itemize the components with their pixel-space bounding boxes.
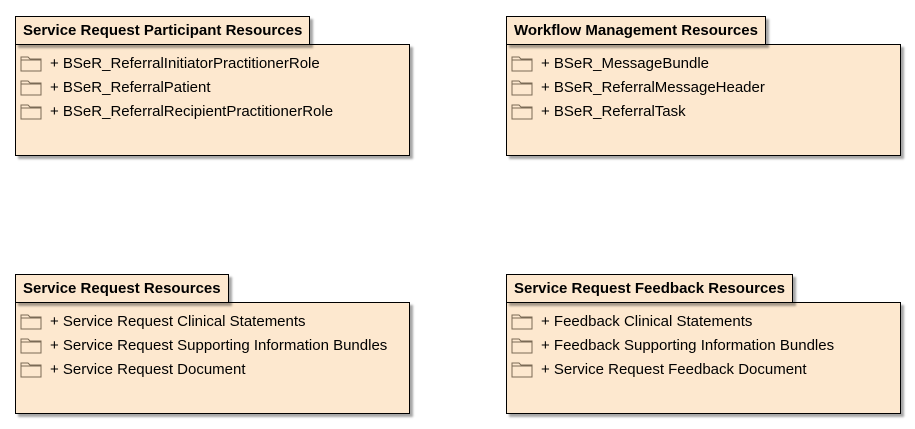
- package-item-label: + Feedback Clinical Statements: [541, 312, 753, 330]
- folder-icon: [20, 78, 42, 96]
- package-item[interactable]: + Service Request Supporting Information…: [16, 333, 409, 357]
- folder-icon: [20, 312, 42, 330]
- package-item[interactable]: + BSeR_ReferralInitiatorPractitionerRole: [16, 51, 409, 75]
- package-item-label: + Service Request Feedback Document: [541, 360, 807, 378]
- package-item[interactable]: + Feedback Clinical Statements: [507, 309, 900, 333]
- package-item[interactable]: + BSeR_ReferralTask: [507, 99, 900, 123]
- package-item[interactable]: + BSeR_ReferralPatient: [16, 75, 409, 99]
- package-item-label: + BSeR_ReferralPatient: [50, 78, 211, 96]
- folder-icon: [511, 54, 533, 72]
- package-body: + Service Request Clinical Statements + …: [15, 302, 410, 414]
- package-body: + BSeR_MessageBundle + BSeR_ReferralMess…: [506, 44, 901, 156]
- package-item-label: + BSeR_ReferralRecipientPractitionerRole: [50, 102, 334, 120]
- folder-icon: [20, 336, 42, 354]
- package-item-label: + BSeR_MessageBundle: [541, 54, 710, 72]
- folder-icon: [20, 360, 42, 378]
- package-item-label: + BSeR_ReferralInitiatorPractitionerRole: [50, 54, 320, 72]
- folder-icon: [511, 312, 533, 330]
- package-item-label: + Service Request Clinical Statements: [50, 312, 306, 330]
- folder-icon: [20, 102, 42, 120]
- folder-icon: [511, 360, 533, 378]
- folder-icon: [20, 54, 42, 72]
- package-title: Workflow Management Resources: [506, 16, 766, 45]
- package-body: + Feedback Clinical Statements + Feedbac…: [506, 302, 901, 414]
- package-item[interactable]: + Service Request Document: [16, 357, 409, 381]
- package-item[interactable]: + BSeR_ReferralMessageHeader: [507, 75, 900, 99]
- folder-icon: [511, 336, 533, 354]
- folder-icon: [511, 102, 533, 120]
- package-item[interactable]: + Service Request Feedback Document: [507, 357, 900, 381]
- package-item[interactable]: + Service Request Clinical Statements: [16, 309, 409, 333]
- package-item[interactable]: + BSeR_MessageBundle: [507, 51, 900, 75]
- package-title: Service Request Feedback Resources: [506, 274, 793, 303]
- package-item-label: + BSeR_ReferralMessageHeader: [541, 78, 765, 96]
- package-item-label: + Service Request Document: [50, 360, 246, 378]
- package-title: Service Request Participant Resources: [15, 16, 311, 45]
- folder-icon: [511, 78, 533, 96]
- package-body: + BSeR_ReferralInitiatorPractitionerRole…: [15, 44, 410, 156]
- package-title: Service Request Resources: [15, 274, 229, 303]
- package-item-label: + Service Request Supporting Information…: [50, 336, 388, 354]
- package-item-label: + Feedback Supporting Information Bundle…: [541, 336, 835, 354]
- package-item-label: + BSeR_ReferralTask: [541, 102, 686, 120]
- package-item[interactable]: + BSeR_ReferralRecipientPractitionerRole: [16, 99, 409, 123]
- package-item[interactable]: + Feedback Supporting Information Bundle…: [507, 333, 900, 357]
